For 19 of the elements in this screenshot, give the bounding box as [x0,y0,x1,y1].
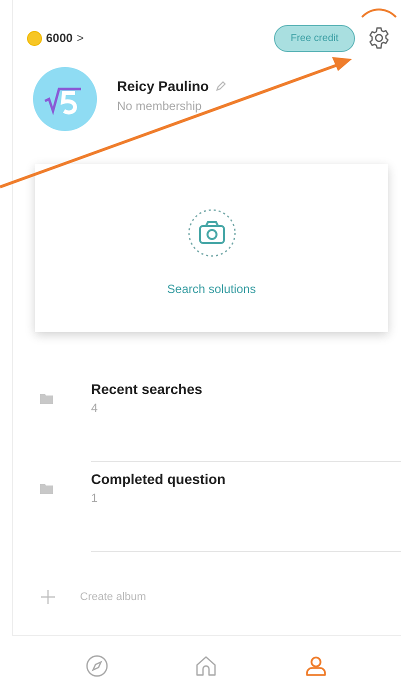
camera-icon[interactable] [186,208,236,258]
chevron-icon[interactable]: > [76,31,84,45]
person-icon[interactable] [304,654,328,678]
membership-status: No membership [117,98,203,112]
album-count: 4 [91,401,99,415]
folder-icon[interactable] [40,394,53,404]
compass-icon[interactable] [84,654,109,678]
coin-icon [27,30,42,46]
album-title[interactable]: Completed question [91,471,401,487]
settings-icon[interactable] [367,26,391,50]
plus-icon[interactable] [41,590,55,604]
avatar-icon[interactable] [33,67,97,131]
folder-icon[interactable] [40,484,53,494]
pencil-icon[interactable] [214,80,227,92]
album-count: 1 [91,491,99,505]
user-name: Reicy Paulino [117,78,209,94]
album-title[interactable]: Recent searches [91,381,401,397]
home-icon[interactable] [194,654,218,678]
coin-balance[interactable]: 6000 [46,31,73,45]
